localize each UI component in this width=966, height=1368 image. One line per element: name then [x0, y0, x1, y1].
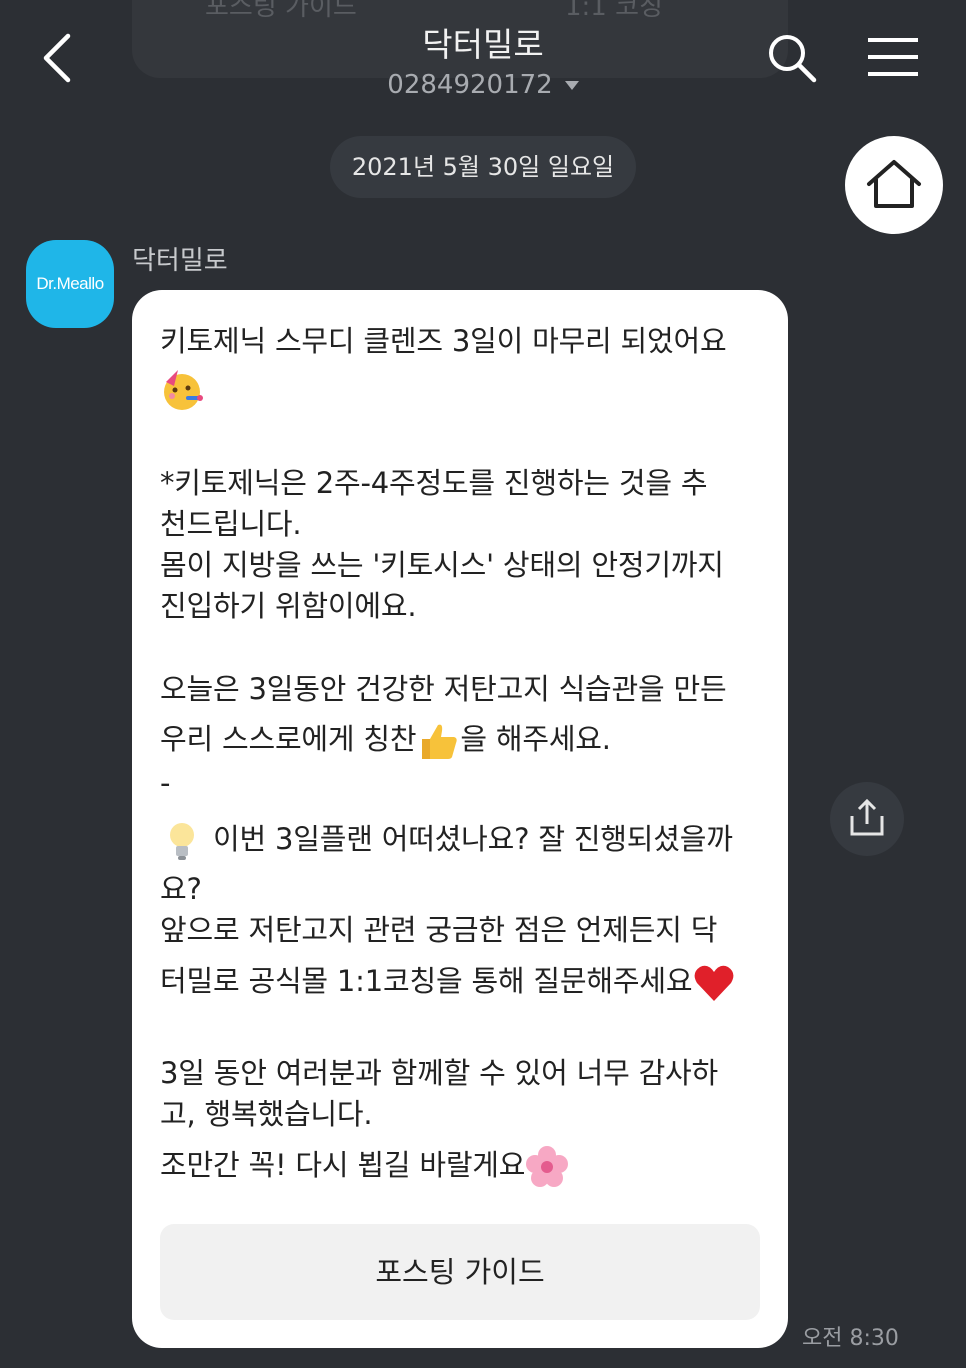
share-icon: [850, 798, 884, 836]
message-line: 오늘은 3일동안 건강한 저탄고지 식습관을 만든: [160, 672, 727, 706]
message-line: 3일 동안 여러분과 함께할 수 있어 너무 감사하: [160, 1056, 719, 1090]
message-line: 앞으로 저탄고지 관련 궁금한 점은 언제든지 닥: [160, 913, 718, 947]
message-line: 진입하기 위함이에요.: [160, 589, 417, 623]
message-text: 이번 3일플랜 어떠셨나요? 잘 진행되셨을까: [213, 822, 733, 856]
message-line: 요?: [160, 872, 202, 906]
avatar[interactable]: Dr.Meallo: [26, 240, 114, 328]
message-time: 오전 8:30: [802, 1326, 899, 1351]
home-button[interactable]: [845, 136, 943, 234]
share-button[interactable]: [830, 782, 904, 856]
red-heart-emoji: [694, 965, 734, 1001]
message-text: 터밀로 공식몰 1:1코칭을 통해 질문해주세요: [160, 964, 693, 998]
cherry-blossom-emoji: [526, 1146, 569, 1187]
thumbs-up-emoji: [422, 724, 458, 759]
date-divider: 2021년 5월 30일 일요일: [330, 136, 636, 198]
partying-face-emoji-wrap: [160, 368, 204, 412]
search-icon: [769, 35, 817, 83]
message-text: 우리 스스로에게 칭찬: [160, 722, 417, 756]
message-text: 을 해주세요.: [460, 722, 611, 756]
chat-title: 닥터밀로: [422, 25, 544, 64]
sender-name: 닥터밀로: [132, 246, 228, 276]
channel-id: 0284920172: [387, 70, 553, 100]
message-line: -: [160, 766, 171, 800]
light-bulb-emoji: [170, 823, 194, 860]
hamburger-menu-icon: [868, 38, 918, 76]
message-text: 조만간 꼭! 다시 뵙길 바랄게요: [160, 1148, 526, 1182]
home-icon: [867, 160, 921, 208]
message-line: 천드립니다.: [160, 507, 302, 541]
channel-id-selector[interactable]: 0284920172: [0, 70, 966, 100]
message-line-with-emoji: 이번 3일플랜 어떠셨나요? 잘 진행되셨을까: [160, 816, 733, 863]
message-line: 몸이 지방을 쓰는 '키토시스' 상태의 안정기까지: [160, 548, 724, 582]
message-line-with-emoji: 우리 스스로에게 칭찬 을 해주세요.: [160, 716, 611, 763]
search-button[interactable]: [764, 30, 820, 86]
message-line-with-emoji: 터밀로 공식몰 1:1코칭을 통해 질문해주세요: [160, 958, 736, 1005]
message-line: *키토제닉은 2주-4주정도를 진행하는 것을 추: [160, 466, 708, 500]
message-line: 고, 행복했습니다.: [160, 1097, 373, 1131]
message-line: 키토제닉 스무디 클렌즈 3일이 마무리 되었어요: [160, 324, 727, 358]
menu-button[interactable]: [866, 36, 920, 80]
chevron-down-icon: [564, 81, 579, 90]
posting-guide-button[interactable]: 포스팅 가이드: [160, 1224, 760, 1320]
message-line-with-emoji: 조만간 꼭! 다시 뵙길 바랄게요: [160, 1142, 569, 1189]
partying-face-emoji: [164, 370, 203, 410]
